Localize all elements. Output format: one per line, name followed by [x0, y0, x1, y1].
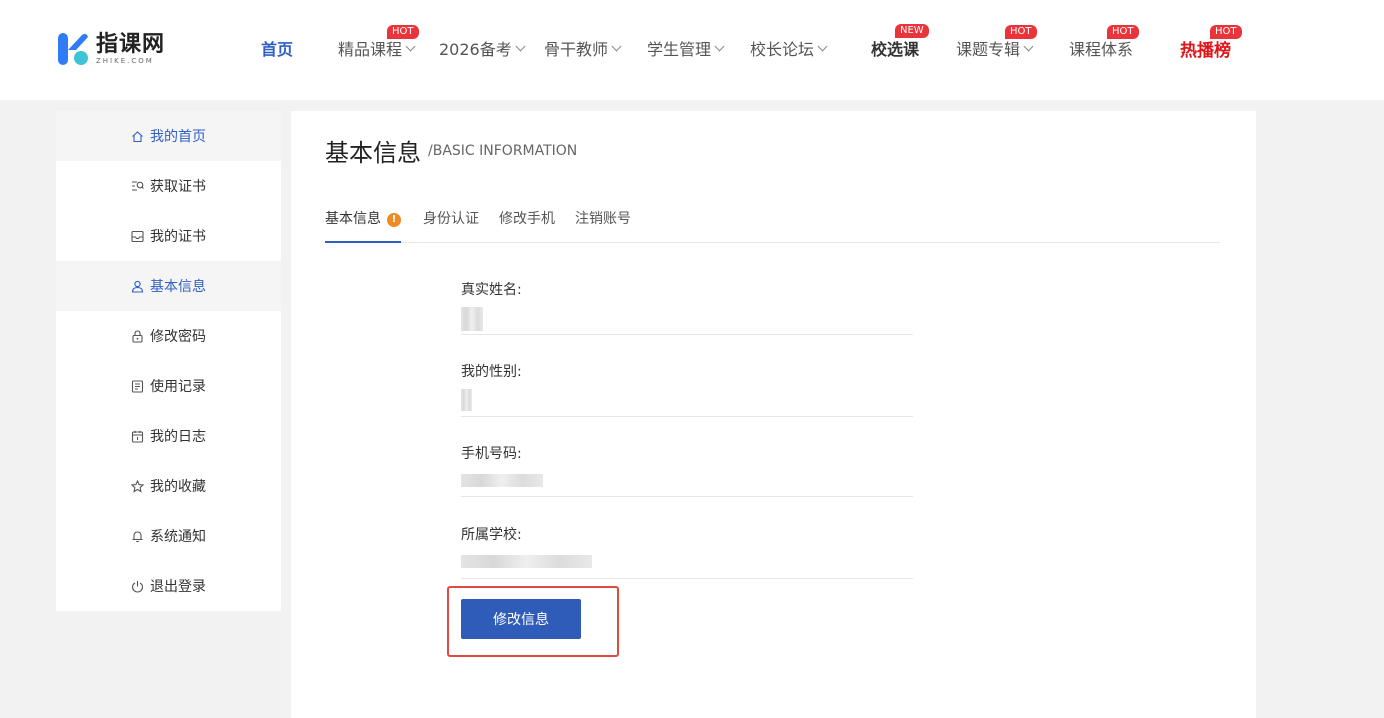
- nav-student-management[interactable]: 学生管理: [647, 36, 725, 60]
- gender-value-redacted: [461, 389, 472, 411]
- new-badge: NEW: [895, 24, 929, 38]
- calendar-icon: [131, 430, 144, 443]
- sidebar-item-my-favorites[interactable]: 我的收藏: [56, 461, 281, 511]
- nav-2026-exam[interactable]: 2026备考: [439, 36, 526, 60]
- chevron-down-icon: [817, 41, 828, 51]
- nav-premium-courses[interactable]: 精品课程: [338, 36, 416, 60]
- school-value-redacted: [461, 555, 592, 568]
- nav-home[interactable]: 首页: [261, 36, 293, 60]
- top-header: 指课网 ZHIKE.COM 首页 精品课程 HOT 2026备考 骨干教师 学生…: [0, 0, 1384, 100]
- record-icon: [131, 379, 144, 393]
- real-name-field[interactable]: 真实姓名:: [461, 279, 913, 335]
- nav-key-teachers[interactable]: 骨干教师: [544, 36, 622, 60]
- main-panel: 基本信息 /BASIC INFORMATION 基本信息! 身份认证 修改手机 …: [291, 111, 1256, 718]
- sidebar-item-system-notice[interactable]: 系统通知: [56, 511, 281, 561]
- sidebar-item-logout[interactable]: 退出登录: [56, 561, 281, 611]
- nav-hot-list[interactable]: 热播榜: [1180, 36, 1231, 61]
- warning-icon: !: [387, 213, 401, 227]
- real-name-label: 真实姓名:: [461, 282, 522, 298]
- page-subtitle: /BASIC INFORMATION: [428, 143, 578, 159]
- real-name-value-redacted: [461, 307, 483, 331]
- hot-badge: HOT: [387, 25, 419, 39]
- hot-badge: HOT: [1107, 25, 1139, 39]
- bell-icon: [131, 530, 144, 543]
- hot-badge: HOT: [1210, 25, 1242, 39]
- tab-identity-verification[interactable]: 身份认证: [423, 207, 479, 243]
- gender-field[interactable]: 我的性别:: [461, 361, 913, 417]
- sidebar-item-home[interactable]: 我的首页: [56, 111, 281, 161]
- tab-bar: 基本信息! 身份认证 修改手机 注销账号: [325, 207, 1220, 243]
- logo-domain: ZHIKE.COM: [96, 56, 154, 65]
- logo-icon: [56, 32, 90, 66]
- sidebar-item-my-log[interactable]: 我的日志: [56, 411, 281, 461]
- phone-field[interactable]: 手机号码:: [461, 443, 913, 497]
- tab-deactivate-account[interactable]: 注销账号: [575, 207, 631, 243]
- edit-info-button[interactable]: 修改信息: [461, 599, 581, 639]
- tab-basic-info[interactable]: 基本信息!: [325, 207, 401, 243]
- logo-name: 指课网: [96, 31, 166, 57]
- site-logo[interactable]: 指课网 ZHIKE.COM: [56, 32, 165, 66]
- phone-label: 手机号码:: [461, 446, 522, 462]
- sidebar: 我的首页 获取证书 我的证书 基本信息 修改密码 使用记录 我的日志 我的收藏 …: [56, 111, 281, 611]
- sidebar-item-get-certificate[interactable]: 获取证书: [56, 161, 281, 211]
- page-title: 基本信息: [325, 139, 421, 167]
- certificate-icon: [131, 230, 144, 243]
- gender-label: 我的性别:: [461, 364, 522, 380]
- nav-topic-albums[interactable]: 课题专辑: [956, 36, 1034, 60]
- chevron-down-icon: [714, 41, 725, 51]
- power-icon: [131, 580, 144, 593]
- sidebar-item-change-password[interactable]: 修改密码: [56, 311, 281, 361]
- nav-principal-forum[interactable]: 校长论坛: [750, 36, 828, 60]
- user-icon: [131, 280, 144, 293]
- nav-elective-courses[interactable]: 校选课: [871, 36, 919, 60]
- home-icon: [131, 130, 144, 143]
- school-field[interactable]: 所属学校:: [461, 524, 913, 579]
- chevron-down-icon: [1023, 41, 1034, 51]
- sidebar-item-my-certificates[interactable]: 我的证书: [56, 211, 281, 261]
- chevron-down-icon: [611, 41, 622, 51]
- chevron-down-icon: [515, 41, 526, 51]
- chevron-down-icon: [405, 41, 416, 51]
- search-list-icon: [131, 180, 144, 193]
- tab-change-phone[interactable]: 修改手机: [499, 207, 555, 243]
- star-icon: [131, 479, 144, 493]
- sidebar-item-basic-info[interactable]: 基本信息: [56, 261, 281, 311]
- phone-value-redacted: [461, 474, 543, 487]
- hot-badge: HOT: [1005, 25, 1037, 39]
- lock-icon: [131, 329, 144, 343]
- school-label: 所属学校:: [461, 527, 522, 543]
- nav-course-system[interactable]: 课程体系: [1069, 36, 1133, 60]
- sidebar-item-usage-records[interactable]: 使用记录: [56, 361, 281, 411]
